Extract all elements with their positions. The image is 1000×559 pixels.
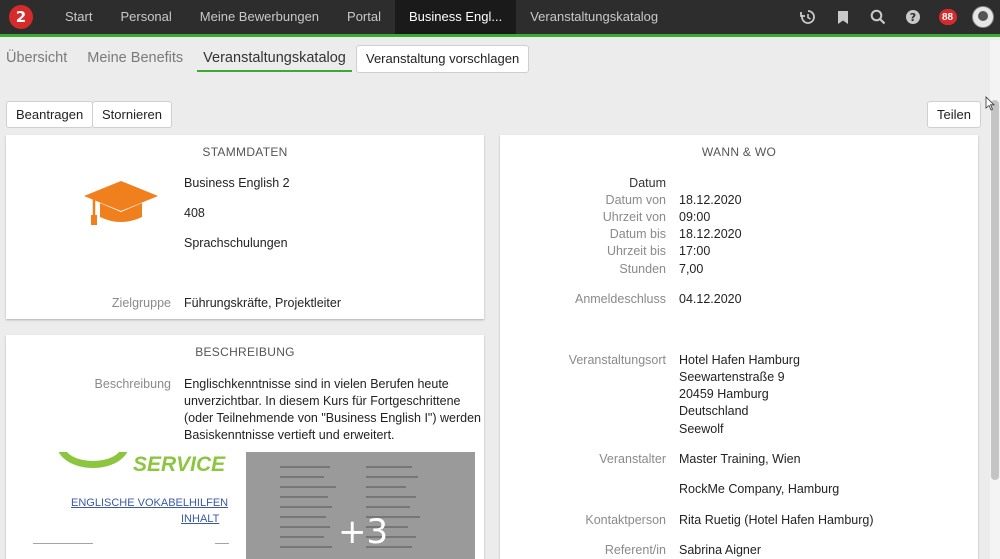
thumbnail-text-line xyxy=(280,506,332,508)
anmeldeschluss-value: 04.12.2020 xyxy=(679,292,742,306)
thumbnail-text-line xyxy=(366,486,406,488)
thumbnail-text-line xyxy=(280,476,324,478)
beschreibung-card: BESCHREIBUNG Beschreibung Englischkenntn… xyxy=(6,335,484,559)
nav-veranstaltungskatalog[interactable]: Veranstaltungskatalog xyxy=(516,0,672,34)
thumbnail-heading-2: INHALT xyxy=(181,513,220,525)
datum-von-value: 18.12.2020 xyxy=(679,193,742,207)
veranstalter-value-1: Master Training, Wien xyxy=(679,452,801,466)
nav-personal[interactable]: Personal xyxy=(106,0,185,34)
notification-badge: 88 xyxy=(938,9,957,25)
thumbnail-text-line xyxy=(280,536,324,538)
thumbnail-text-line xyxy=(280,496,328,498)
stunden-label: Stunden xyxy=(619,262,666,276)
wann-wo-title: WANN & WO xyxy=(701,145,777,159)
datum-bis-value: 18.12.2020 xyxy=(679,227,742,241)
sub-navigation: Übersicht Meine Benefits Veranstaltungsk… xyxy=(0,42,360,74)
nav-portal[interactable]: Portal xyxy=(333,0,395,34)
mouse-cursor-icon xyxy=(985,96,995,116)
history-icon[interactable] xyxy=(790,0,825,34)
nav-business-english[interactable]: Business Engl... xyxy=(395,0,517,34)
tab-veranstaltungskatalog[interactable]: Veranstaltungskatalog xyxy=(197,44,352,72)
search-icon[interactable] xyxy=(860,0,895,34)
uhrzeit-von-label: Uhrzeit von xyxy=(602,210,666,224)
description-line-1: Englischkenntnisse sind in vielen Berufe… xyxy=(184,377,449,391)
datum-bis-label: Datum bis xyxy=(609,227,666,241)
uhrzeit-bis-value: 17:00 xyxy=(679,244,711,258)
apply-button[interactable]: Beantragen xyxy=(6,101,94,128)
description-line-4: Basiskenntnisse vertieft und erweitert. xyxy=(184,428,395,442)
attachment-thumbnail-1[interactable]: SERVICE ENGLISCHE VOKABELHILFEN INHALT xyxy=(15,452,244,559)
description-line-2: unverzichtbar. In diesem Kurs für Fortge… xyxy=(184,394,461,408)
page-scrollbar[interactable] xyxy=(990,40,1000,559)
thumbnail-text-line xyxy=(33,543,93,544)
ort-line-2: Seewartenstraße 9 xyxy=(679,370,785,384)
notifications-icon[interactable]: 88 xyxy=(930,0,965,34)
attachment-thumbnail-2[interactable]: +3 xyxy=(246,452,475,559)
tab-meine-benefits[interactable]: Meine Benefits xyxy=(81,44,189,72)
veranstalter-value-2: RockMe Company, Hamburg xyxy=(679,482,840,496)
stunden-value: 7,00 xyxy=(679,262,704,276)
veranstaltungsort-label: Veranstaltungsort xyxy=(568,353,666,367)
share-button[interactable]: Teilen xyxy=(927,101,981,128)
kontaktperson-value: Rita Ruetig (Hotel Hafen Hamburg) xyxy=(679,513,874,527)
cancel-booking-button[interactable]: Stornieren xyxy=(92,101,172,128)
scrollbar-thumb[interactable] xyxy=(991,100,999,480)
top-navigation: 2 Start Personal Meine Bewerbungen Porta… xyxy=(0,0,1000,37)
thumbnail-text-line xyxy=(280,466,330,468)
thumbnail-text-line xyxy=(366,506,410,508)
avatar-icon xyxy=(971,6,994,28)
ort-line-5: Seewolf xyxy=(679,422,724,436)
thumbnail-text-line xyxy=(366,466,412,468)
bookmark-icon[interactable] xyxy=(825,0,860,34)
thumbnail-service-text: SERVICE xyxy=(133,453,226,476)
user-avatar[interactable] xyxy=(965,0,1000,34)
thumbnail-heading-1: ENGLISCHE VOKABELHILFEN xyxy=(71,497,229,509)
kontaktperson-label: Kontaktperson xyxy=(585,513,666,527)
thumbnail-text-line xyxy=(280,526,330,528)
thumbnail-text-line xyxy=(215,543,229,544)
event-number: 408 xyxy=(184,206,205,220)
help-icon[interactable]: ? xyxy=(895,0,930,34)
target-group-value: Führungskräfte, Projektleiter xyxy=(184,296,342,310)
nav-meine-bewerbungen[interactable]: Meine Bewerbungen xyxy=(186,0,333,34)
ort-line-1: Hotel Hafen Hamburg xyxy=(679,353,800,367)
thumbnail-text-line xyxy=(280,486,336,488)
thumbnail-text-line xyxy=(366,496,416,498)
veranstalter-label: Veranstalter xyxy=(599,452,666,466)
nav-start[interactable]: Start xyxy=(51,0,106,34)
graduation-cap-icon xyxy=(82,179,160,236)
referent-value: Sabrina Aigner xyxy=(679,543,762,557)
event-category: Sprachschulungen xyxy=(184,236,288,250)
stammdaten-title: STAMMDATEN xyxy=(202,145,288,159)
event-name: Business English 2 xyxy=(184,176,290,190)
thumbnail-text-line xyxy=(280,516,326,518)
thumbnail-text-line xyxy=(366,476,418,478)
wann-wo-card: WANN & WO Datum Datum von 18.12.2020 Uhr… xyxy=(500,135,978,559)
anmeldeschluss-label: Anmeldeschluss xyxy=(574,292,666,306)
ort-line-4: Deutschland xyxy=(679,404,749,418)
service-logo-icon xyxy=(57,452,129,468)
nav-tools: ? 88 xyxy=(790,0,1000,34)
svg-text:?: ? xyxy=(909,11,915,24)
ort-line-3: 20459 Hamburg xyxy=(679,387,769,401)
target-group-label: Zielgruppe xyxy=(111,296,171,310)
description-label: Beschreibung xyxy=(94,377,171,391)
tab-uebersicht[interactable]: Übersicht xyxy=(0,44,73,72)
uhrzeit-bis-label: Uhrzeit bis xyxy=(606,244,666,258)
datum-von-label: Datum von xyxy=(605,193,666,207)
datum-heading: Datum xyxy=(629,176,666,190)
app-logo[interactable]: 2 xyxy=(9,5,33,29)
more-attachments-count: +3 xyxy=(338,512,389,552)
stammdaten-card: STAMMDATEN Business English 2 408 Sprach… xyxy=(6,135,484,319)
referent-label: Referent/in xyxy=(604,543,666,557)
description-line-3: (oder Teilnehmende von "Business English… xyxy=(184,411,482,425)
suggest-event-button[interactable]: Veranstaltung vorschlagen xyxy=(356,45,530,73)
thumbnail-text-line xyxy=(280,546,332,548)
beschreibung-title: BESCHREIBUNG xyxy=(195,345,295,359)
uhrzeit-von-value: 09:00 xyxy=(679,210,711,224)
